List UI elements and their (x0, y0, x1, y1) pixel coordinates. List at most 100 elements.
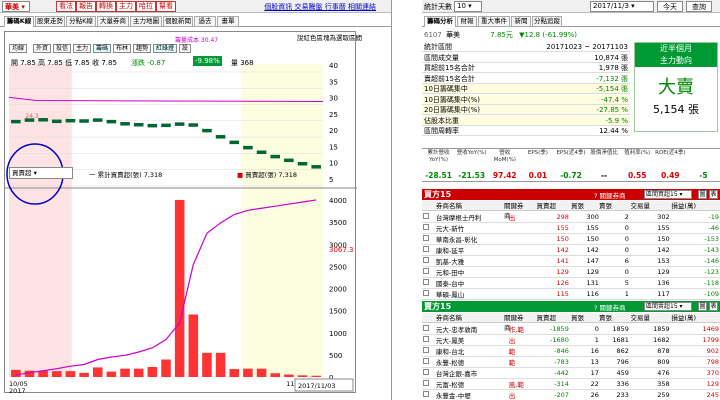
row-checkbox[interactable] (422, 345, 435, 357)
info-links[interactable]: 個股資訊 交易騰盤 行事曆 相關連結 (264, 2, 376, 12)
cell: 150 (537, 233, 570, 245)
buy-list-button[interactable]: 圖 (698, 190, 707, 199)
stat-label: 區間成交量 (424, 53, 459, 62)
stat-value: -7,132 張 (596, 74, 628, 83)
help-button[interactable]: 幫看 (156, 1, 176, 12)
buy-filter-select[interactable]: 區間買超15 ▾ (644, 190, 692, 199)
tab-big-brokers[interactable]: 大量券商 (97, 16, 129, 27)
tab-news[interactable]: 個股新聞 (163, 16, 193, 27)
sell-filter-select[interactable]: 區間賣超15 ▾ (644, 302, 692, 311)
broker-name[interactable]: 元和-田中 (434, 266, 508, 278)
cell: 809 (629, 356, 671, 368)
broker-row[interactable]: 台灣企銀-嘉市 -442 17 459 476 370 (422, 367, 720, 379)
today-button[interactable]: 今天 (657, 1, 683, 12)
cell: 155 (629, 222, 671, 234)
stat-value: -5,154 張 (596, 85, 628, 93)
row-checkbox[interactable] (422, 367, 435, 379)
tab-news-r[interactable]: 新聞 (511, 16, 531, 27)
cell: 142 (569, 244, 600, 256)
broker-row[interactable]: 康和-台北範 -846 16 862 878 902 (422, 345, 720, 357)
broker-name[interactable]: 台灣摩根士丹利 (434, 212, 508, 223)
broker-row[interactable]: 凱基-大雅 141 147 6 153 -146 (422, 255, 720, 267)
broker-row[interactable]: 元和-田中 129 129 0 129 -123 (422, 266, 720, 278)
broker-name[interactable]: 元大-新竹 (434, 222, 508, 234)
tab-order[interactable]: 畫單 (217, 16, 239, 27)
convert-button[interactable]: 轉換 (96, 1, 116, 12)
row-checkbox[interactable] (422, 389, 435, 400)
broker-row[interactable]: 元富-松德 風,範 -314 22 336 358 129 (422, 378, 720, 390)
tab-holders[interactable]: 股東走勢 (35, 16, 65, 27)
metric-value: 0.01 (528, 171, 548, 180)
broker-name[interactable]: 國泰-台中 (434, 277, 508, 289)
row-checkbox[interactable] (422, 378, 435, 390)
broker-row[interactable]: 永豐-松德範 -783 13 796 809 798 (422, 356, 720, 368)
cell: 1469 (670, 324, 720, 335)
view-button[interactable]: 看法 (56, 1, 76, 12)
row-checkbox[interactable] (422, 233, 435, 245)
buy-table-button[interactable]: 表 (709, 190, 718, 199)
col-head: 買賣超 (536, 202, 557, 210)
row-checkbox[interactable] (422, 334, 435, 346)
broker-row[interactable]: 元大-鳳美出 -1680 1 1681 1682 1799 (422, 334, 720, 346)
chat-button[interactable]: 哈拉 (136, 1, 156, 12)
broker-row[interactable]: 永豐金-中壢出 -207 26 233 259 245 (422, 389, 720, 400)
report-button[interactable]: 報告 (76, 1, 96, 12)
broker-row[interactable]: 元大-新竹 155 155 0 155 -46 (422, 222, 720, 234)
stat-row: 10日籌碼集中(%) -47.4 % (422, 94, 630, 105)
change-pct-badge: -9.98% (193, 56, 222, 66)
broker-name[interactable]: 凱基-大雅 (434, 255, 508, 267)
tab-financials[interactable]: 財報 (457, 16, 477, 27)
row-checkbox[interactable] (422, 212, 435, 223)
broker-row[interactable]: 台灣摩根士丹利出 298 300 2 302 -19 (422, 212, 720, 223)
date-field[interactable]: 2017/11/3 ▾ (590, 1, 654, 12)
row-checkbox[interactable] (422, 288, 435, 300)
broker-row[interactable]: 國泰-台中 126 131 5 136 -118 (422, 277, 720, 289)
row-checkbox[interactable] (422, 244, 435, 256)
cell: 1 (599, 288, 630, 300)
sell-table: 元大-忠孝敦南 作,範 -1859 0 1859 1859 1469 元大-鳳美出 -1680 1… (422, 324, 720, 400)
net-bar (11, 369, 21, 377)
broker-name[interactable]: 永豐-松德 (434, 356, 508, 368)
main-force-button[interactable]: 主力 (116, 1, 136, 12)
broker-name[interactable]: 華碩-鳳山 (434, 288, 508, 300)
broker-row[interactable]: 元大-忠孝敦南 作,範 -1859 0 1859 1859 1469 (422, 324, 720, 335)
tab-branch-kline[interactable]: 分點K線 (66, 16, 96, 27)
tab-events[interactable]: 重大事件 (478, 16, 510, 27)
broker-name[interactable]: 台灣企銀-嘉市 (434, 367, 508, 379)
query-button[interactable]: 查詢 (686, 1, 712, 12)
broker-name[interactable]: 康和-台北 (434, 345, 508, 357)
broker-name[interactable]: 元大-鳳美 (434, 334, 508, 346)
broker-row[interactable]: 華碩-鳳山 115 116 1 117 -109 (422, 288, 720, 300)
tab-chip-analysis[interactable]: 籌碼分析 (424, 16, 456, 27)
broker-row[interactable]: 康和-延平 142 142 0 142 -143 (422, 244, 720, 256)
broker-row[interactable]: 華南永昌-彰化 150 150 0 150 -153 (422, 233, 720, 245)
net-bar (92, 367, 103, 377)
row-checkbox[interactable] (422, 255, 435, 267)
y-tick-top: 5 (329, 176, 333, 184)
broker-name[interactable]: 永豐金-中壢 (434, 389, 508, 400)
stat-row: 區間周轉率 12.44 % (422, 126, 630, 136)
row-checkbox[interactable] (422, 266, 435, 278)
buy-table-header: 券商名稱 關鍵券商 買賣超 買張 賣張 交易量 損益(萬) (422, 201, 720, 220)
row-checkbox[interactable] (422, 222, 435, 234)
broker-name[interactable]: 華南永昌-彰化 (434, 233, 508, 245)
days-select[interactable]: 10 ▾ (454, 1, 482, 12)
sub-select[interactable]: 買賣超 ▾ (9, 167, 73, 179)
sell-list-button[interactable]: 圖 (698, 302, 707, 311)
row-checkbox[interactable] (422, 277, 435, 289)
tab-past[interactable]: 過去 (194, 16, 216, 27)
row-checkbox[interactable] (422, 324, 435, 335)
broker-name[interactable]: 元大-忠孝敦南 (434, 324, 508, 335)
tab-main-map[interactable]: 主力地圖 (130, 16, 162, 27)
broker-name[interactable]: 康和-延平 (434, 244, 508, 256)
y-tick-bottom: 1500 (329, 308, 347, 316)
tab-chip-kline[interactable]: 籌碼K線 (4, 16, 34, 27)
kline-chart[interactable]: 均線 外資 投信 主力 籌碼 布林 趨勢 紅綠燈 設 40 35 30 25 20 15 1… (4, 31, 357, 394)
row-checkbox[interactable] (422, 356, 435, 368)
broker-name[interactable]: 元富-松德 (434, 378, 508, 390)
cell: 26 (569, 389, 600, 400)
stock-select[interactable]: 華美 ▾ (2, 1, 30, 12)
tab-branch-track[interactable]: 分點追蹤 (532, 16, 562, 27)
metric-head: 營收MoM(%) (493, 150, 516, 163)
sell-table-button[interactable]: 表 (709, 302, 718, 311)
